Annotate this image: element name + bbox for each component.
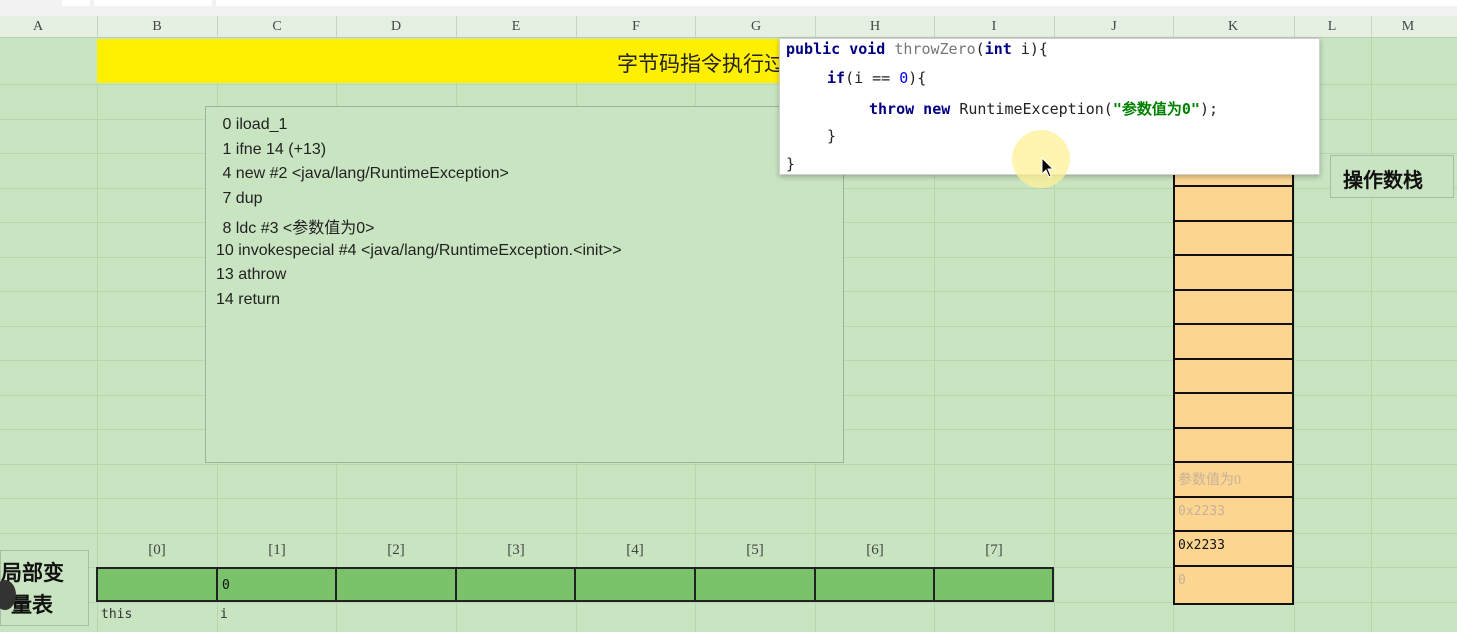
stack-cell (1175, 426, 1292, 462)
column-separator (815, 16, 816, 38)
code-line-5: } (786, 155, 796, 173)
formula-bar[interactable] (216, 0, 1457, 6)
column-header[interactable]: A (28, 19, 48, 35)
bytecode-line: 8 ldc #3 <参数值为0> (218, 220, 375, 237)
column-header[interactable]: M (1398, 19, 1418, 35)
code-line-3: throw new RuntimeException("参数值为0"); (869, 100, 1218, 118)
toolbar-strip (0, 0, 1457, 16)
column-separator (456, 16, 457, 38)
bytecode-line: 7 dup (218, 190, 263, 207)
operand-stack: 参数值为0 0x2233 0x2233 0 (1173, 175, 1294, 605)
column-header[interactable]: C (267, 19, 287, 35)
column-separator (217, 16, 218, 38)
bytecode-line: 1 ifne 14 (+13) (218, 141, 327, 158)
column-header[interactable]: J (1104, 19, 1124, 35)
column-separator (1294, 16, 1295, 38)
code-line-1: public void throwZero(int i){ (786, 40, 1048, 58)
sheet-tab[interactable] (94, 0, 212, 6)
column-header[interactable]: E (506, 19, 526, 35)
column-separator (97, 16, 98, 38)
bytecode-line: 4 new #2 <java/lang/RuntimeException> (218, 165, 509, 182)
bytecode-line: 13 athrow (216, 266, 287, 283)
column-separator (576, 16, 577, 38)
stack-cell: 0 (1175, 564, 1292, 600)
column-header[interactable]: G (746, 19, 766, 35)
grid-line (1371, 38, 1372, 632)
column-header-row: A B C D E F G H I J K L M (0, 16, 1457, 38)
lv-index: [2] (387, 542, 405, 558)
lv-index: [1] (268, 542, 286, 558)
lv-slot[interactable] (696, 569, 816, 600)
operand-stack-label: 操作数栈 (1330, 155, 1454, 198)
stack-cell (1175, 288, 1292, 324)
bytecode-line: 10 invokespecial #4 <java/lang/RuntimeEx… (216, 242, 622, 259)
stack-cell (1175, 323, 1292, 358)
lv-index: [4] (626, 542, 644, 558)
lv-slot[interactable] (576, 569, 696, 600)
code-line-2: if(i == 0){ (827, 69, 927, 87)
stack-cell (1175, 357, 1292, 393)
sheet-tab[interactable] (62, 0, 90, 6)
bytecode-textbox[interactable]: 0 iload_1 1 ifne 14 (+13) 4 new #2 <java… (205, 106, 844, 463)
column-separator (1371, 16, 1372, 38)
bytecode-line: 0 iload_1 (218, 116, 288, 133)
stack-cell: 参数值为0 (1175, 461, 1292, 496)
column-header[interactable]: L (1322, 19, 1342, 35)
lv-slot[interactable] (935, 569, 1052, 600)
stack-cell: 0x2233 (1175, 495, 1292, 531)
column-separator (695, 16, 696, 38)
lv-index: [3] (507, 542, 525, 558)
local-variable-table: 0 (96, 567, 1054, 602)
lvt-label-line2: 量表 (11, 593, 53, 617)
column-header[interactable]: F (626, 19, 646, 35)
column-header[interactable]: I (984, 19, 1004, 35)
column-separator (336, 16, 337, 38)
column-header[interactable]: H (865, 19, 885, 35)
column-header[interactable]: K (1223, 19, 1243, 35)
column-separator (1173, 16, 1174, 38)
lv-index: [6] (866, 542, 884, 558)
lv-index: [5] (746, 542, 764, 558)
lv-index: [0] (148, 542, 166, 558)
code-line-4: } (827, 127, 837, 145)
column-separator (1054, 16, 1055, 38)
stack-cell (1175, 254, 1292, 289)
lv-slot[interactable]: 0 (218, 569, 337, 600)
column-header[interactable]: D (386, 19, 406, 35)
stack-cell (1175, 392, 1292, 427)
stack-cell: 0x2233 (1175, 530, 1292, 565)
lv-slot[interactable] (816, 569, 935, 600)
stack-cell (1175, 219, 1292, 255)
lv-index: [7] (985, 542, 1003, 558)
lv-name-i: i (220, 607, 228, 622)
column-header[interactable]: B (147, 19, 167, 35)
lv-slot[interactable] (337, 569, 457, 600)
lv-slot[interactable] (457, 569, 576, 600)
mouse-cursor-icon (1041, 157, 1055, 178)
lv-slot[interactable] (98, 569, 218, 600)
lv-name-this: this (101, 607, 133, 622)
bytecode-line: 14 return (216, 291, 281, 308)
column-separator (934, 16, 935, 38)
stack-cell (1175, 185, 1292, 220)
